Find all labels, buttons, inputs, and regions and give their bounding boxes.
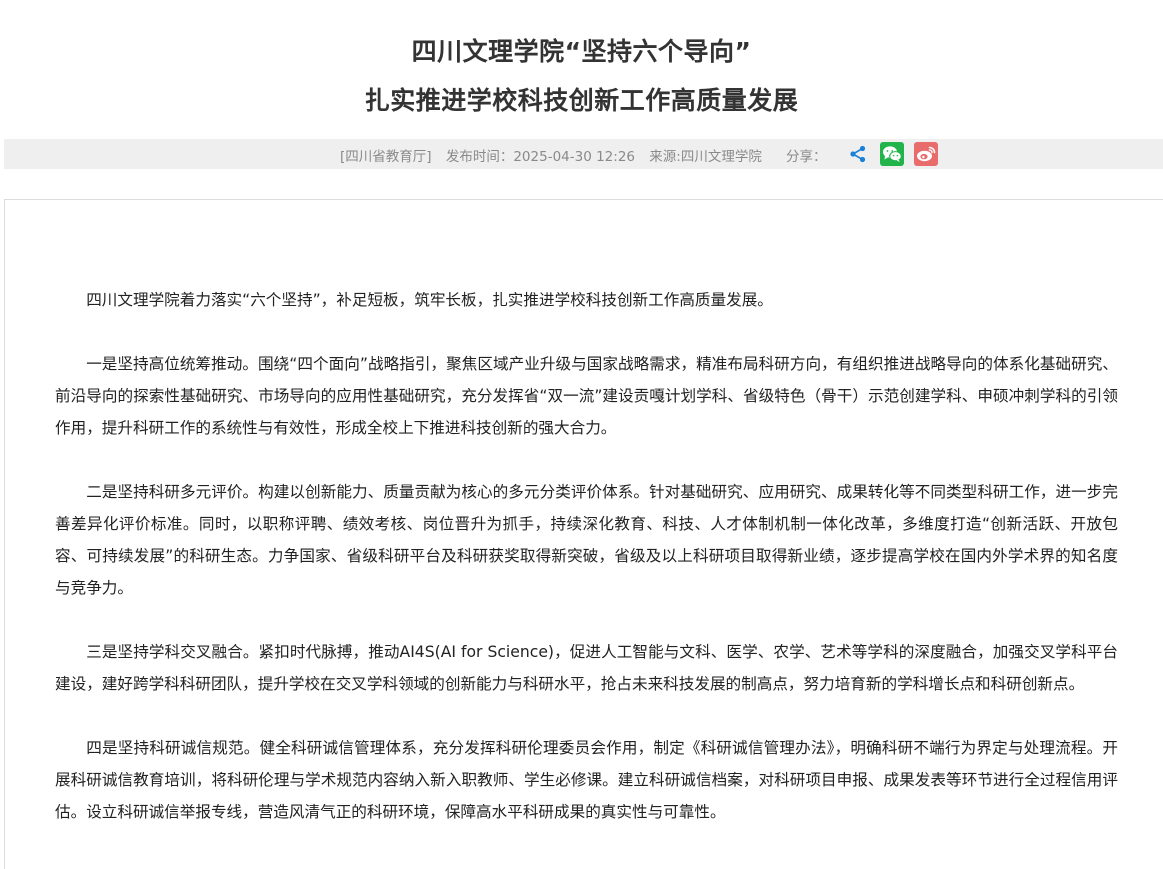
article-body: 四川文理学院着力落实“六个坚持”，补足短板，筑牢长板，扎实推进学校科技创新工作高… bbox=[55, 284, 1118, 860]
article-meta-bar: [四川省教育厅] 发布时间：2025-04-30 12:26 来源:四川文理学院… bbox=[4, 139, 1163, 169]
publish-time: 发布时间：2025-04-30 12:26 bbox=[445, 149, 635, 165]
wechat-icon[interactable] bbox=[880, 142, 904, 166]
publisher-label: [四川省教育厅] bbox=[340, 149, 432, 165]
share-label: 分享： bbox=[786, 149, 827, 165]
article-title-line-1: 四川文理学院“坚持六个导向” bbox=[411, 37, 752, 66]
article-paragraph: 二是坚持科研多元评价。构建以创新能力、质量贡献为核心的多元分类评价体系。针对基础… bbox=[55, 483, 1118, 597]
share-icon[interactable] bbox=[846, 142, 870, 166]
article-content-box: 四川文理学院着力落实“六个坚持”，补足短板，筑牢长板，扎实推进学校科技创新工作高… bbox=[4, 199, 1163, 869]
weibo-icon[interactable] bbox=[914, 142, 938, 166]
article-meta-info: [四川省教育厅] 发布时间：2025-04-30 12:26 来源:四川文理学院 bbox=[340, 145, 772, 165]
article-paragraph: 四川文理学院着力落实“六个坚持”，补足短板，筑牢长板，扎实推进学校科技创新工作高… bbox=[86, 291, 773, 309]
article-title-line-2: 扎实推进学校科技创新工作高质量发展 bbox=[364, 86, 799, 115]
article-source: 来源:四川文理学院 bbox=[649, 149, 762, 165]
article-paragraph: 三是坚持学科交叉融合。紧扣时代脉搏，推动AI4S(AI for Science)… bbox=[55, 643, 1118, 693]
article-header: 四川文理学院“坚持六个导向” 扎实推进学校科技创新工作高质量发展 bbox=[0, 0, 1163, 136]
article-paragraph: 四是坚持科研诚信规范。健全科研诚信管理体系，充分发挥科研伦理委员会作用，制定《科… bbox=[55, 739, 1118, 821]
article-paragraph: 一是坚持高位统筹推动。围绕“四个面向”战略指引，聚焦区域产业升级与国家战略需求，… bbox=[55, 355, 1118, 437]
